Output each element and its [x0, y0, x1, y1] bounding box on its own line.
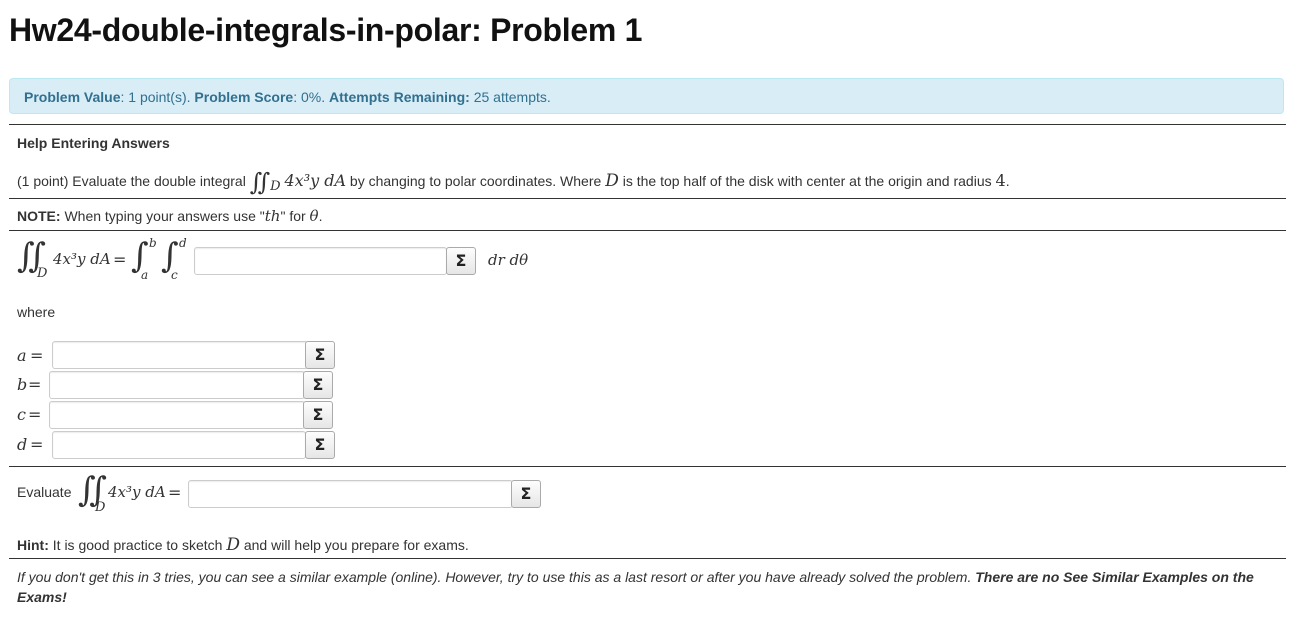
bound-b-sigma-button[interactable]: Σ	[303, 371, 333, 399]
region-variable: D	[605, 171, 619, 191]
note-code: th	[264, 207, 281, 225]
bound-a-sigma-button[interactable]: Σ	[305, 341, 335, 369]
bound-a-input[interactable]	[52, 341, 308, 369]
help-entering-answers-link[interactable]: Help Entering Answers	[17, 135, 170, 151]
problem-description: is the top half of the disk with center …	[622, 173, 992, 189]
bound-equals: =	[30, 435, 44, 454]
divider	[9, 198, 1286, 199]
bound-equals: =	[28, 375, 42, 394]
problem-value-label: Problem Value	[24, 89, 121, 105]
outer-lower-limit: a	[141, 268, 149, 282]
equation-editor-sigma-button[interactable]: Σ	[446, 247, 476, 275]
integral-region: D	[37, 266, 48, 281]
equals-sign: =	[113, 250, 127, 269]
integrand-answer-input[interactable]	[194, 247, 447, 275]
differential-suffix: dr dθ	[488, 251, 529, 269]
bound-d-sigma-button[interactable]: Σ	[305, 431, 335, 459]
radius-value: 4	[995, 171, 1006, 190]
bound-equals: =	[28, 405, 42, 424]
bound-b-input[interactable]	[49, 371, 305, 399]
evaluate-sigma-button[interactable]: Σ	[511, 480, 541, 508]
inner-upper-limit: d	[179, 236, 187, 250]
divider	[9, 466, 1286, 467]
integrand-lhs: 4x³y dA	[53, 250, 111, 268]
hint-text-2: and will help you prepare for exams.	[243, 537, 469, 553]
problem-intro: (1 point) Evaluate the double integral	[17, 173, 246, 189]
hint-region-variable: D	[226, 535, 240, 555]
integrand: 4x³y dA	[284, 171, 347, 190]
attempts-remaining-label: Attempts Remaining:	[329, 89, 470, 105]
evaluate-answer-input[interactable]	[188, 480, 513, 508]
integral-region: D	[270, 178, 281, 194]
outer-upper-limit: b	[149, 236, 157, 250]
problem-score-text: : 0%.	[293, 89, 326, 105]
evaluate-integrand: 4x³y dA	[108, 483, 166, 501]
bound-equals: =	[30, 346, 44, 365]
integral-region: D	[95, 500, 106, 515]
bound-var-c: c	[17, 405, 26, 424]
note-label: NOTE:	[17, 208, 61, 224]
divider	[9, 124, 1286, 125]
integral-equation: ∬ D 4x³y dA = ∫ b a ∫ d c	[17, 236, 197, 288]
problem-info-banner: Problem Value: 1 point(s). Problem Score…	[9, 78, 1284, 114]
hint-text: It is good practice to sketch	[52, 537, 223, 553]
note-text-2: " for	[280, 208, 306, 224]
bound-c-input[interactable]	[49, 401, 305, 429]
note-end: .	[318, 208, 323, 224]
note-line: NOTE: When typing your answers use "th" …	[17, 207, 322, 225]
where-label: where	[17, 304, 56, 320]
similar-example-note: If you don't get this in 3 tries, you ca…	[17, 567, 1272, 607]
hint-label: Hint:	[17, 537, 49, 553]
bound-d-input[interactable]	[52, 431, 306, 459]
attempts-remaining-text: 25 attempts.	[473, 89, 551, 105]
note-text: When typing your answers use "	[64, 208, 265, 224]
problem-after: by changing to polar coordinates. Where	[349, 173, 602, 189]
divider	[9, 558, 1286, 559]
bound-var-a: a	[17, 346, 27, 365]
hint-line: Hint: It is good practice to sketch D an…	[17, 535, 469, 555]
bound-var-d: d	[17, 435, 28, 454]
double-integral-sign: ∬	[249, 168, 271, 196]
similar-example-text: If you don't get this in 3 tries, you ca…	[17, 569, 972, 585]
bound-c-sigma-button[interactable]: Σ	[303, 401, 333, 429]
evaluate-label: Evaluate	[17, 484, 72, 500]
divider	[9, 230, 1286, 231]
inner-lower-limit: c	[171, 268, 178, 282]
problem-score-label: Problem Score	[194, 89, 294, 105]
theta-symbol: θ	[309, 207, 319, 225]
problem-period: .	[1005, 173, 1010, 189]
evaluate-equals: =	[168, 483, 182, 502]
problem-value-text: : 1 point(s).	[120, 89, 191, 105]
bound-var-b: b	[17, 375, 28, 394]
problem-statement: (1 point) Evaluate the double integral ∬…	[17, 164, 1010, 196]
page-title: Hw24-double-integrals-in-polar: Problem …	[9, 12, 643, 48]
